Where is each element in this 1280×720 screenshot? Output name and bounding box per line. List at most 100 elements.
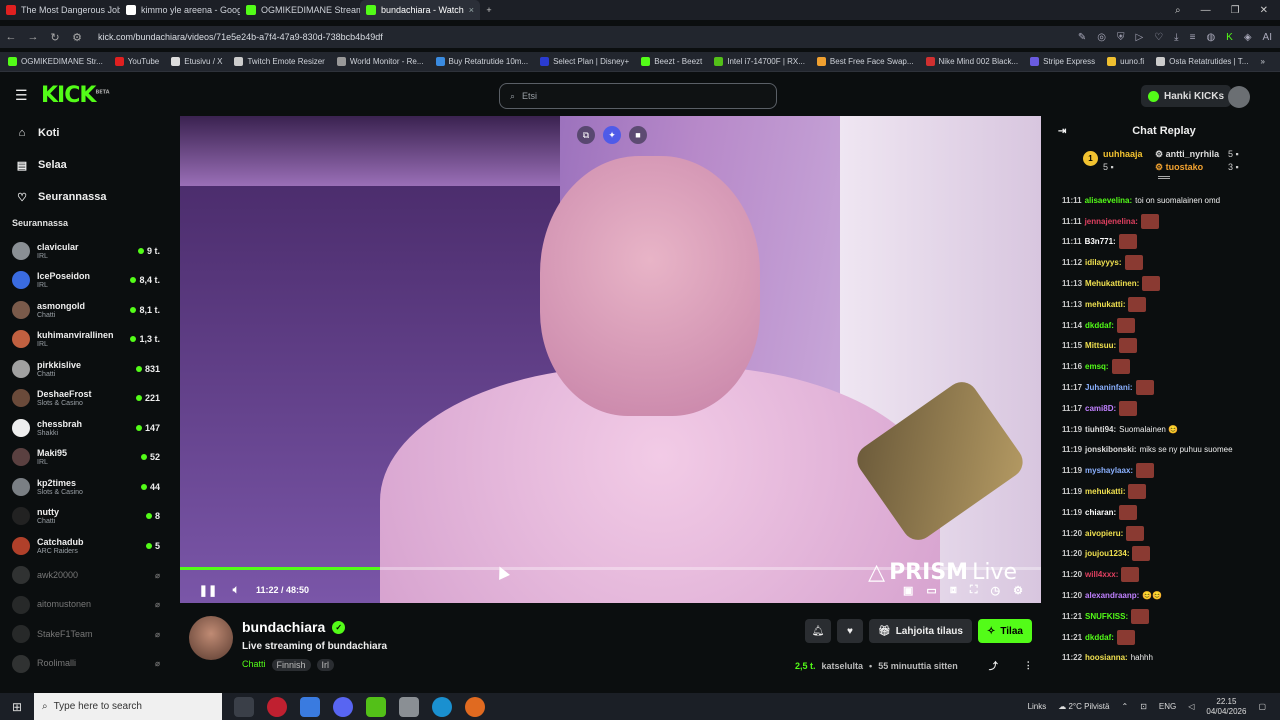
gift-sub-button[interactable]: 🎁︎ Lahjoita tilaus [869,619,972,643]
speed-icon[interactable]: ◷ [991,584,1001,597]
notification-bell-button[interactable]: 🔔︎ [805,619,831,643]
category-link[interactable]: Chatti [242,659,266,671]
ai-icon[interactable]: AI [1263,32,1272,43]
volume-tray-icon[interactable]: ◁ [1188,702,1194,711]
menu-icon[interactable]: ≡ [1190,32,1196,43]
chat-username[interactable]: idilayyys: [1085,258,1121,267]
camera-record-icon[interactable]: ■ [629,126,647,144]
chat-username[interactable]: aivopieru: [1085,529,1123,538]
expand-handle-icon[interactable] [1158,176,1170,179]
settings-gear-icon[interactable]: ⚙ [1013,584,1023,597]
discord-icon[interactable] [333,696,353,717]
language-indicator[interactable]: ENG [1159,702,1176,711]
chat-username[interactable]: jennajenelina: [1085,217,1138,226]
chat-username[interactable]: B3n771: [1085,237,1116,246]
more-options-icon[interactable]: ⋮ [1024,660,1033,671]
channel-name[interactable]: bundachiara [242,619,325,635]
following-channel-item[interactable]: pirkkislive Chatti 831 [0,354,172,384]
app-icon[interactable] [300,696,320,717]
tag-irl[interactable]: Irl [316,659,335,671]
follow-heart-button[interactable]: ♥ [837,619,863,643]
bookmark-item[interactable]: YouTube [114,57,159,66]
following-channel-item[interactable]: DeshaeFrost Slots & Casino 221 [0,384,172,414]
following-channel-item[interactable]: Roolimalli ⌀ [0,649,172,679]
bookmark-item[interactable]: Select Plan | Disney+ [540,57,629,66]
following-channel-item[interactable]: IcePoseidon IRL 8,4 t. [0,266,172,296]
following-channel-item[interactable]: Catchadub ARC Raiders 5 [0,531,172,561]
following-channel-item[interactable]: nutty Chatti 8 [0,502,172,532]
sidebar-nav-selaa[interactable]: ▤ Selaa [0,149,172,181]
clock[interactable]: 22.15 04/04/2026 [1206,697,1246,717]
heart-icon[interactable]: ♡ [1154,32,1163,43]
bookmarks-overflow-icon[interactable]: » [1260,57,1280,66]
sidebar-nav-seurannassa[interactable]: ♡ Seurannassa [0,181,172,213]
camera-icon[interactable]: ◎ [1097,32,1106,43]
extension-kick-icon[interactable]: K [1226,32,1233,43]
back-icon[interactable]: ← [0,31,22,43]
chat-username[interactable]: hoosianna: [1085,653,1128,662]
play-icon[interactable]: ▷ [1136,32,1144,43]
theater-mode-icon[interactable]: ▭ [926,584,936,597]
bookmark-item[interactable]: Twitch Emote Resizer [234,57,325,66]
bookmark-item[interactable]: OGMIKEDIMANE Str... [8,57,103,66]
browser-tab[interactable]: OGMIKEDIMANE Stream× [240,0,360,20]
reload-icon[interactable]: ↻ [44,31,66,44]
following-channel-item[interactable]: kuhimanvirallinen IRL 1,3 t. [0,325,172,355]
url-field[interactable]: kick.com/bundachiara/videos/71e5e24b-a7f… [98,32,383,42]
tab-close-icon[interactable]: × [469,5,474,15]
bookmark-item[interactable]: Stripe Express [1030,57,1095,66]
notification-icon[interactable]: ▢ [1258,702,1266,711]
new-tab-button[interactable]: + [480,5,498,15]
chat-username[interactable]: alexandraanp: [1085,591,1139,600]
search-input[interactable]: ⌕ Etsi [499,83,777,109]
chat-username[interactable]: Mittsuu: [1085,341,1116,350]
chat-username[interactable]: mehukatti: [1085,300,1125,309]
sparkle-icon[interactable]: ✦ [603,126,621,144]
browser-tab[interactable]: kimmo yle areena - Goog× [120,0,240,20]
links-toolbar[interactable]: Links [1028,702,1047,711]
tag-finnish[interactable]: Finnish [271,659,311,671]
chat-username[interactable]: dkddaf: [1085,633,1114,642]
bookmark-item[interactable]: Beezt - Beezt [641,57,702,66]
search-tabs-icon[interactable]: ⌕ [1175,5,1181,16]
chat-username[interactable]: cami8D: [1085,404,1116,413]
chat-username[interactable]: myshaylaax: [1085,466,1133,475]
third-gifter-name[interactable]: ⚙ tuostako [1155,162,1203,173]
extension-icon[interactable]: ◈ [1244,32,1252,43]
chat-username[interactable]: dkddaf: [1085,321,1114,330]
following-channel-item[interactable]: Maki95 IRL 52 [0,443,172,473]
task-view-icon[interactable] [234,696,254,717]
bookmark-item[interactable]: Nike Mind 002 Black... [925,57,1018,66]
channel-avatar[interactable] [189,616,233,660]
maximize-button[interactable]: ❐ [1231,5,1240,16]
profile-icon[interactable]: ◍ [1206,32,1215,43]
collapse-chat-icon[interactable]: ⇥ [1058,126,1066,137]
fullscreen-icon[interactable]: ⛶ [970,584,978,597]
network-icon[interactable]: ⊡ [1140,702,1147,711]
chat-username[interactable]: SNUFKISS: [1085,612,1128,621]
chat-username[interactable]: Juhaninfani: [1085,383,1133,392]
get-kicks-button[interactable]: Hanki KICKs [1141,85,1232,107]
volume-icon[interactable]: 🔈︎ [222,584,250,597]
following-channel-item[interactable]: kp2times Slots & Casino 44 [0,472,172,502]
bookmark-item[interactable]: Best Free Face Swap... [816,57,914,66]
bookmark-item[interactable]: Buy Retatrutide 10m... [435,57,528,66]
chat-username[interactable]: Mehukattinen: [1085,279,1139,288]
following-channel-item[interactable]: aitomustonen ⌀ [0,590,172,620]
pause-button[interactable]: ❚❚ [194,584,222,597]
clip-icon[interactable]: ⧉ [577,126,595,144]
chat-username[interactable]: emsq: [1085,362,1109,371]
download-icon[interactable]: ⤓ [1174,32,1178,43]
shield-app-icon[interactable] [399,696,419,717]
chat-username[interactable]: chiaran: [1085,508,1116,517]
forward-icon[interactable]: → [22,31,44,43]
opera-icon[interactable] [267,696,287,717]
following-channel-item[interactable]: asmongold Chatti 8,1 t. [0,295,172,325]
share-icon[interactable]: ⤴ [989,659,998,672]
edit-icon[interactable]: ✎ [1078,32,1086,43]
bookmark-item[interactable]: uuno.fi [1107,57,1144,66]
kick-app-icon[interactable] [366,696,386,717]
kick-logo[interactable]: KICKBETA [41,83,110,108]
second-gifter-name[interactable]: ⚙ antti_nyrhila [1155,149,1219,160]
windows-start-icon[interactable]: ⊞ [0,700,34,714]
